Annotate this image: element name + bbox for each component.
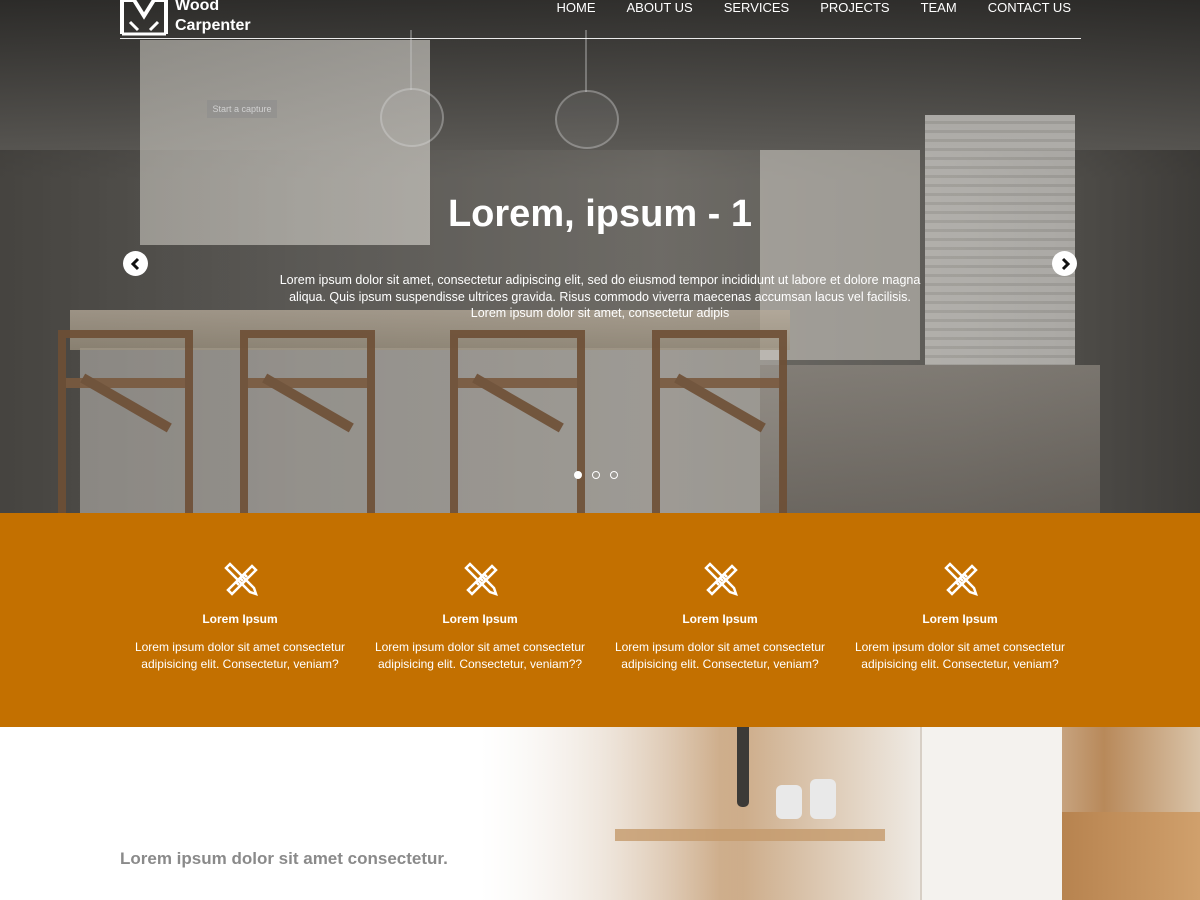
hero-background-stool <box>240 330 375 513</box>
nav-item-team[interactable]: TEAM <box>921 0 957 16</box>
pencil-ruler-icon <box>704 562 738 596</box>
hero-background-stool <box>58 330 193 513</box>
carousel-indicator-1[interactable] <box>574 471 582 479</box>
feature-text: Lorem ipsum dolor sit amet consectetur a… <box>854 640 1066 671</box>
nav-item-services[interactable]: SERVICES <box>724 0 790 16</box>
feature-text: Lorem ipsum dolor sit amet consectetur a… <box>614 640 826 671</box>
section-background-cup <box>776 785 802 819</box>
nav-item-contact-us[interactable]: CONTACT US <box>988 0 1071 16</box>
pencil-ruler-icon <box>464 562 498 596</box>
hero-background-lamp-cord <box>410 30 412 90</box>
carousel-indicator-3[interactable] <box>610 471 618 479</box>
pencil-ruler-icon <box>944 562 978 596</box>
hero-background-stool <box>652 330 787 513</box>
hero-background-lamp-cord <box>585 30 587 92</box>
feature-title: Lorem Ipsum <box>202 612 278 626</box>
nav-item-about-us[interactable]: ABOUT US <box>626 0 692 16</box>
pencil-ruler-icon <box>224 562 258 596</box>
hero-background-pendant-lamp <box>555 90 619 149</box>
capture-tooltip: Start a capture <box>207 100 277 118</box>
hero-title: Lorem, ipsum - 1 <box>447 193 753 235</box>
brand-line-2: Carpenter <box>175 17 251 34</box>
chevron-left-icon <box>130 257 139 270</box>
section-title: Lorem ipsum dolor sit amet consectetur. <box>120 849 448 868</box>
brand-line-1: Wood <box>175 0 220 14</box>
hero-description: Lorem ipsum dolor sit amet, consectetur … <box>279 273 921 320</box>
section-background-panel <box>920 727 1062 900</box>
carousel-indicators <box>574 471 618 479</box>
feature-text: Lorem ipsum dolor sit amet consectetur a… <box>374 640 586 671</box>
carousel-indicator-2[interactable] <box>592 471 600 479</box>
hero-carousel: Wood Carpenter HOME ABOUT US SERVICES PR… <box>0 0 1200 513</box>
hero-background-pendant-lamp <box>380 88 444 147</box>
hero-background-shutters <box>925 115 1075 365</box>
feature-title: Lorem Ipsum <box>922 612 998 626</box>
section-background-wood <box>1062 812 1200 900</box>
feature-title: Lorem Ipsum <box>682 612 758 626</box>
feature-text: Lorem ipsum dolor sit amet consectetur a… <box>134 640 346 671</box>
section-background-pendant <box>737 727 749 807</box>
carousel-prev-button[interactable] <box>123 251 148 276</box>
features-section: Lorem Ipsum Lorem ipsum dolor sit amet c… <box>0 513 1200 727</box>
nav-item-home[interactable]: HOME <box>556 0 595 16</box>
chevron-right-icon <box>1061 257 1070 270</box>
section-background-shelf <box>615 829 885 841</box>
about-section: Lorem ipsum dolor sit amet consectetur. <box>0 727 1200 900</box>
top-navbar: Wood Carpenter HOME ABOUT US SERVICES PR… <box>120 0 1081 39</box>
hero-background-floor <box>760 365 1100 513</box>
nav-menu: HOME ABOUT US SERVICES PROJECTS TEAM CON… <box>525 0 1071 16</box>
wood-carpenter-logo-icon[interactable] <box>120 0 168 36</box>
carousel-next-button[interactable] <box>1052 251 1077 276</box>
feature-title: Lorem Ipsum <box>442 612 518 626</box>
section-background-cup <box>810 779 836 819</box>
brand-name[interactable]: Wood Carpenter <box>175 0 251 36</box>
nav-item-projects[interactable]: PROJECTS <box>820 0 889 16</box>
hero-background-stool <box>450 330 585 513</box>
